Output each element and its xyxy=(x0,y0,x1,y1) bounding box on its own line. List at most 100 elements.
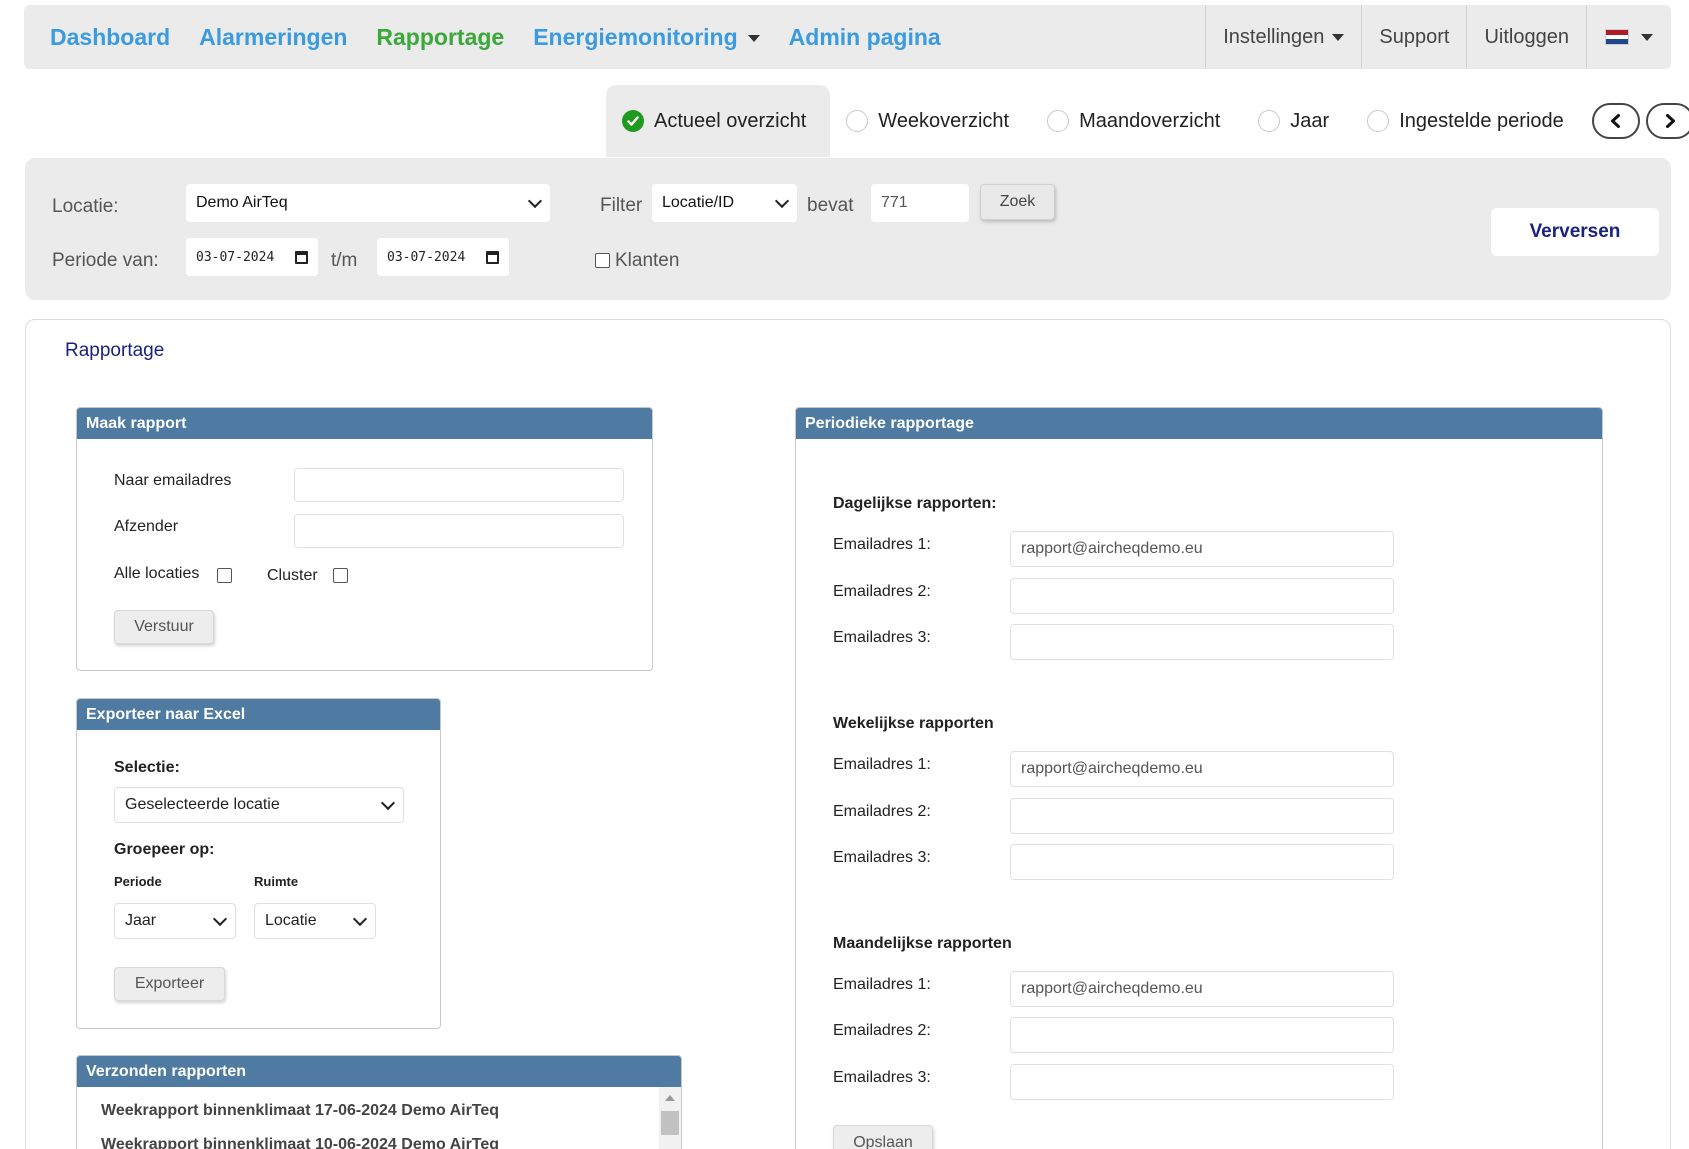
list-item[interactable]: Weekrapport binnenklimaat 10-06-2024 Dem… xyxy=(101,1136,499,1149)
email-2-label: Emailadres 2: xyxy=(833,583,931,600)
date-from-input[interactable]: 03-07-2024 xyxy=(186,238,318,276)
selection-label: Selectie: xyxy=(114,759,180,776)
selection-select[interactable]: Geselecteerde locatie xyxy=(114,787,404,823)
scroll-thumb[interactable] xyxy=(661,1111,679,1135)
panel-title: Verzonden rapporten xyxy=(77,1056,681,1087)
next-period-button[interactable] xyxy=(1645,103,1689,139)
date-to-value: 03-07-2024 xyxy=(387,249,466,265)
room-value: Locatie xyxy=(265,912,317,929)
tab-label: Weekoverzicht xyxy=(878,109,1010,132)
group-by-label: Groepeer op: xyxy=(114,841,215,858)
chevron-down-icon xyxy=(352,911,368,926)
filter-type-select[interactable]: Locatie/ID xyxy=(652,184,797,222)
period-select[interactable]: Jaar xyxy=(114,903,236,939)
tab-actueel-overzicht[interactable]: Actueel overzicht xyxy=(606,85,831,157)
all-locations-checkbox[interactable] xyxy=(217,568,232,583)
tab-ingestelde-periode[interactable]: Ingestelde periode xyxy=(1351,85,1586,157)
email-1-label: Emailadres 1: xyxy=(833,976,931,993)
email-1-label: Emailadres 1: xyxy=(833,536,931,553)
all-locations-label: Alle locaties xyxy=(114,565,200,582)
radio-icon xyxy=(1047,110,1070,132)
support-link[interactable]: Support xyxy=(1361,5,1466,69)
date-from-value: 03-07-2024 xyxy=(196,249,275,265)
tab-weekoverzicht[interactable]: Weekoverzicht xyxy=(830,85,1031,157)
selection-value: Geselecteerde locatie xyxy=(125,796,280,813)
filter-value-input[interactable]: 771 xyxy=(871,184,969,222)
refresh-button[interactable]: Verversen xyxy=(1491,208,1659,256)
send-button[interactable]: Verstuur xyxy=(114,610,214,644)
cluster-checkbox[interactable] xyxy=(333,568,348,583)
location-value: Demo AirTeq xyxy=(196,194,288,211)
daily-email-2-input[interactable] xyxy=(1010,578,1394,614)
location-label: Locatie: xyxy=(52,196,119,217)
nav-dashboard[interactable]: Dashboard xyxy=(50,24,170,51)
weekly-email-3-input[interactable] xyxy=(1010,844,1394,880)
language-selector[interactable] xyxy=(1586,5,1671,69)
panel-title: Exporteer naar Excel xyxy=(77,699,440,730)
location-select[interactable]: Demo AirTeq xyxy=(186,184,550,222)
filter-bar: Locatie: Demo AirTeq Filter Locatie/ID b… xyxy=(25,158,1671,300)
check-circle-icon xyxy=(622,110,644,132)
customers-label: Klanten xyxy=(615,250,680,271)
nav-alarmeringen[interactable]: Alarmeringen xyxy=(199,24,347,51)
search-button[interactable]: Zoek xyxy=(980,184,1055,220)
tab-maandoverzicht[interactable]: Maandoverzicht xyxy=(1031,85,1242,157)
weekly-reports-heading: Wekelijkse rapporten xyxy=(833,715,994,732)
caret-down-icon xyxy=(1332,33,1345,41)
chevron-down-icon xyxy=(212,911,228,926)
room-select[interactable]: Locatie xyxy=(254,903,376,939)
nav-rapportage[interactable]: Rapportage xyxy=(376,24,504,51)
scrollbar[interactable] xyxy=(659,1087,681,1149)
filter-type-value: Locatie/ID xyxy=(662,194,735,211)
period-from-label: Periode van: xyxy=(52,250,159,271)
daily-email-3-input[interactable] xyxy=(1010,624,1394,660)
logout-link[interactable]: Uitloggen xyxy=(1466,5,1586,69)
chevron-down-icon xyxy=(774,193,790,208)
email-3-label: Emailadres 3: xyxy=(833,1069,931,1086)
top-navigation: Dashboard Alarmeringen Rapportage Energi… xyxy=(24,5,1671,69)
monthly-reports-heading: Maandelijkse rapporten xyxy=(833,935,1012,952)
monthly-email-2-input[interactable] xyxy=(1010,1017,1394,1053)
tab-label: Jaar xyxy=(1290,109,1330,132)
monthly-email-1-input[interactable]: rapport@aircheqdemo.eu xyxy=(1010,971,1394,1007)
sender-input[interactable] xyxy=(294,514,624,548)
previous-period-button[interactable] xyxy=(1591,103,1640,139)
export-button[interactable]: Exporteer xyxy=(114,967,225,1001)
tab-jaar[interactable]: Jaar xyxy=(1242,85,1351,157)
date-to-input[interactable]: 03-07-2024 xyxy=(377,238,509,276)
report-content: Rapportage Maak rapport Naar emailadres … xyxy=(25,319,1671,1149)
calendar-icon xyxy=(295,250,308,264)
panel-title: Periodieke rapportage xyxy=(796,408,1602,439)
export-excel-panel: Exporteer naar Excel Selectie: Geselecte… xyxy=(76,698,441,1029)
sender-label: Afzender xyxy=(114,518,179,535)
room-label: Ruimte xyxy=(254,874,299,889)
monthly-email-3-input[interactable] xyxy=(1010,1064,1394,1100)
daily-reports-heading: Dagelijkse rapporten: xyxy=(833,495,997,512)
nav-admin-pagina[interactable]: Admin pagina xyxy=(789,24,941,51)
cluster-label: Cluster xyxy=(267,567,318,584)
list-item[interactable]: Weekrapport binnenklimaat 17-06-2024 Dem… xyxy=(101,1102,499,1120)
settings-menu[interactable]: Instellingen xyxy=(1205,5,1361,69)
panel-title: Maak rapport xyxy=(77,408,652,439)
email-3-label: Emailadres 3: xyxy=(833,849,931,866)
contains-label: bevat xyxy=(807,195,854,216)
weekly-email-1-input[interactable]: rapport@aircheqdemo.eu xyxy=(1010,751,1394,787)
radio-icon xyxy=(1367,110,1390,132)
to-email-input[interactable] xyxy=(294,468,624,502)
email-3-label: Emailadres 3: xyxy=(833,629,931,646)
tab-label: Actueel overzicht xyxy=(654,109,807,132)
save-button[interactable]: Opslaan xyxy=(833,1125,933,1149)
weekly-email-2-input[interactable] xyxy=(1010,798,1394,834)
calendar-icon xyxy=(486,250,499,264)
nav-energiemonitoring[interactable]: Energiemonitoring xyxy=(533,24,760,51)
scroll-up-icon[interactable] xyxy=(665,1095,675,1101)
customers-checkbox[interactable] xyxy=(595,253,610,268)
caret-down-icon xyxy=(1641,33,1653,41)
period-label: Periode xyxy=(114,874,162,889)
daily-email-1-input[interactable]: rapport@aircheqdemo.eu xyxy=(1010,531,1394,567)
email-1-label: Emailadres 1: xyxy=(833,756,931,773)
email-2-label: Emailadres 2: xyxy=(833,1022,931,1039)
user-menu: Instellingen Support Uitloggen xyxy=(1205,5,1671,69)
period-value: Jaar xyxy=(125,912,157,929)
sent-reports-panel: Verzonden rapporten Weekrapport binnenkl… xyxy=(76,1055,682,1149)
